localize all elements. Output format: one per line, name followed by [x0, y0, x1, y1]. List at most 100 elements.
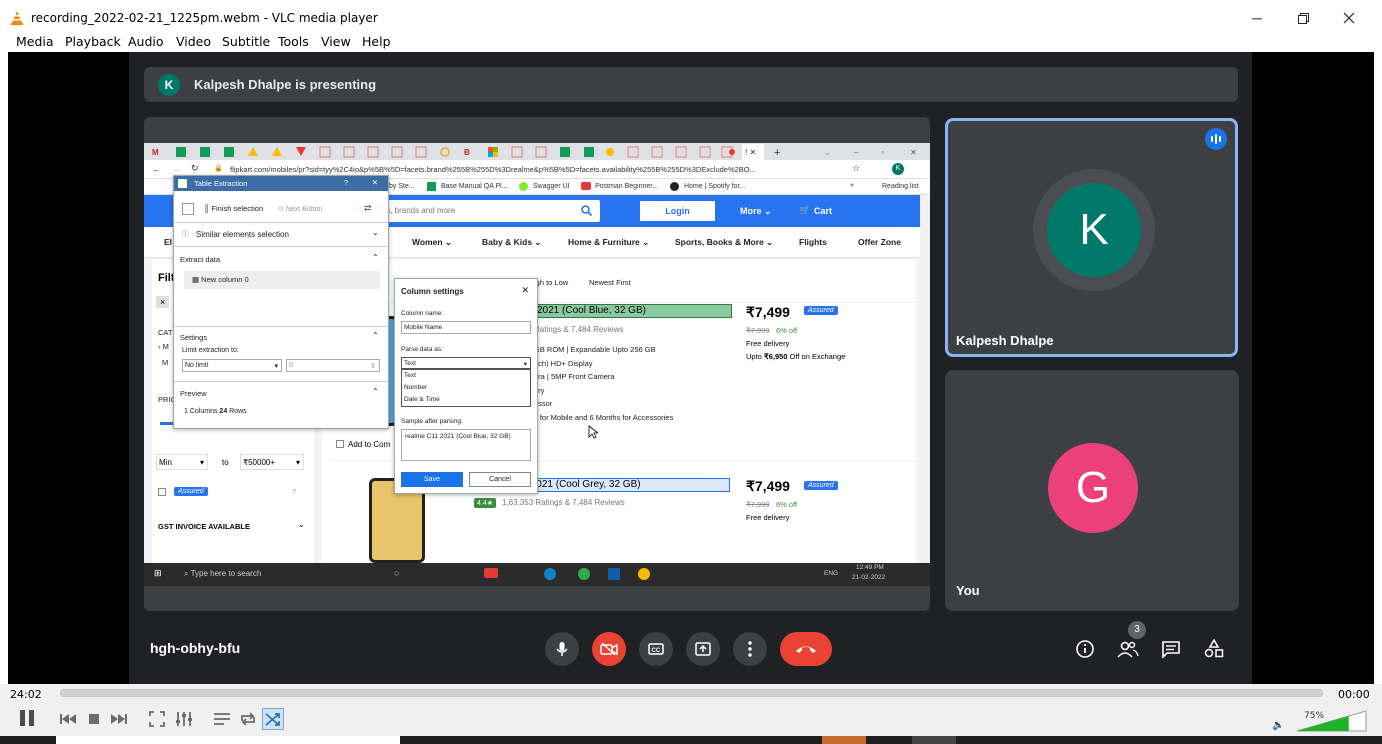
- next-button[interactable]: [108, 708, 130, 730]
- limit-number-input[interactable]: 0 ⇕: [286, 359, 380, 372]
- search-icon[interactable]: [581, 205, 592, 216]
- menu-help[interactable]: Help: [362, 34, 391, 49]
- sort-option[interactable]: igh to Low: [534, 278, 568, 287]
- finish-selection-button[interactable]: ║ Finish selection: [204, 204, 263, 213]
- compare-checkbox[interactable]: [336, 440, 344, 448]
- flipkart-search-input[interactable]: ts, brands and more: [372, 200, 600, 222]
- back-icon[interactable]: ←: [152, 164, 161, 174]
- taskbar-app-icon[interactable]: [638, 568, 650, 580]
- clear-filter[interactable]: ×: [156, 296, 170, 308]
- profile-avatar[interactable]: K: [892, 163, 904, 175]
- bookmark-item[interactable]: Home | Spotify for...: [684, 183, 745, 190]
- participant-tile-self[interactable]: G You: [945, 370, 1239, 611]
- category-item[interactable]: Flights: [799, 237, 827, 247]
- chevron-up-icon[interactable]: ⌃: [372, 387, 379, 396]
- participants-button[interactable]: 3: [1116, 621, 1146, 661]
- column-item[interactable]: ▦ New column 0: [184, 271, 380, 289]
- speaker-icon[interactable]: 🔈: [1272, 720, 1284, 731]
- menu-view[interactable]: View: [321, 34, 351, 49]
- microphone-button[interactable]: [545, 632, 579, 666]
- menu-video[interactable]: Video: [176, 34, 211, 49]
- more-options-button[interactable]: [733, 632, 767, 666]
- restore-button[interactable]: [1288, 6, 1318, 30]
- previous-button[interactable]: [57, 708, 79, 730]
- save-button[interactable]: Save: [401, 472, 463, 487]
- reload-icon[interactable]: ↻: [191, 163, 199, 174]
- help-button[interactable]: ?: [344, 178, 348, 187]
- close-icon[interactable]: ✕: [372, 178, 378, 187]
- assured-help-icon[interactable]: ?: [292, 489, 296, 496]
- compare-label[interactable]: Add to Com: [348, 440, 390, 449]
- taskbar-search[interactable]: ⌕ Type here to search: [184, 569, 261, 579]
- extended-settings-button[interactable]: [173, 708, 195, 730]
- assured-checkbox[interactable]: [158, 488, 166, 496]
- taskbar-app-icon[interactable]: [484, 568, 498, 578]
- bookmark-item[interactable]: Swagger UI: [533, 183, 570, 190]
- select-icon[interactable]: [182, 203, 194, 215]
- parse-select[interactable]: Text ▾: [401, 357, 531, 369]
- reading-list[interactable]: Reading list: [882, 183, 919, 190]
- category-mobiles[interactable]: M: [162, 358, 168, 367]
- login-button[interactable]: Login: [640, 201, 715, 221]
- sort-option[interactable]: Newest First: [589, 278, 631, 287]
- url-text[interactable]: flipkart.com/mobiles/pr?sid=tyy%2C4io&p%…: [230, 165, 820, 174]
- taskbar-app-icon[interactable]: [578, 568, 590, 580]
- category-item[interactable]: Sports, Books & More ⌄: [675, 237, 773, 248]
- category-item[interactable]: Women ⌄: [412, 237, 452, 248]
- price-max-select[interactable]: ₹50000+ ▾: [240, 454, 304, 470]
- activities-button[interactable]: [1202, 637, 1226, 661]
- captions-button[interactable]: CC: [639, 632, 673, 666]
- menu-audio[interactable]: Audio: [128, 34, 164, 49]
- cancel-button[interactable]: Cancel: [469, 472, 531, 487]
- gst-filter[interactable]: GST INVOICE AVAILABLE: [158, 522, 250, 531]
- menu-media[interactable]: Media: [16, 34, 54, 49]
- menu-subtitle[interactable]: Subtitle: [222, 34, 270, 49]
- refresh-icon[interactable]: ⇄: [364, 203, 372, 214]
- price-min-select[interactable]: Min ▾: [156, 454, 208, 470]
- close-button[interactable]: [1334, 6, 1364, 30]
- menu-tools[interactable]: Tools: [278, 34, 309, 49]
- close-icon[interactable]: ✕: [521, 285, 529, 296]
- fullscreen-button[interactable]: [146, 708, 168, 730]
- chevron-up-icon[interactable]: ⌃: [372, 331, 379, 340]
- menu-playback[interactable]: Playback: [65, 34, 121, 49]
- column-name-input[interactable]: Mobile Name: [401, 321, 531, 334]
- taskbar-app-icon[interactable]: [544, 568, 556, 580]
- camera-off-button[interactable]: [592, 632, 626, 666]
- playlist-button[interactable]: [211, 708, 233, 730]
- parse-option[interactable]: Text: [402, 370, 530, 382]
- shuffle-button[interactable]: [262, 708, 284, 730]
- bookmark-item[interactable]: Base Manual QA Pl...: [441, 183, 508, 190]
- browser-scrollbar[interactable]: [920, 195, 930, 563]
- windows-start-icon[interactable]: ⊞: [154, 568, 162, 579]
- more-menu[interactable]: More ⌄: [740, 206, 772, 217]
- cart-link[interactable]: Cart: [814, 206, 832, 216]
- category-back[interactable]: ‹ M: [158, 342, 169, 351]
- bookmark-overflow[interactable]: »: [850, 182, 854, 189]
- category-item[interactable]: Baby & Kids ⌄: [482, 237, 542, 248]
- pause-button[interactable]: [13, 704, 41, 732]
- seek-bar[interactable]: [60, 689, 1323, 697]
- category-item[interactable]: Offer Zone: [858, 237, 901, 247]
- parse-option[interactable]: Number: [402, 382, 530, 394]
- bookmark-item[interactable]: Postman Beginner...: [595, 183, 658, 190]
- loop-button[interactable]: [237, 708, 259, 730]
- volume-slider[interactable]: [1296, 710, 1368, 732]
- chevron-up-icon[interactable]: ⌃: [372, 253, 379, 262]
- chevron-down-icon[interactable]: ⌄: [298, 520, 305, 529]
- participant-tile-presenter[interactable]: K Kalpesh Dhalpe: [945, 118, 1238, 357]
- chevron-down-icon[interactable]: ⌄: [372, 228, 379, 237]
- meeting-info-button[interactable]: [1073, 637, 1097, 661]
- category-item[interactable]: El: [164, 237, 172, 247]
- bookmark-item[interactable]: by Ste...: [389, 183, 415, 190]
- product-title-highlighted[interactable]: 2021 (Cool Blue, 32 GB): [534, 304, 732, 318]
- video-area[interactable]: K Kalpesh Dhalpe is presenting M B ! ✕ +…: [8, 52, 1374, 684]
- stop-button[interactable]: [83, 708, 105, 730]
- parse-option[interactable]: Date & Time: [402, 394, 530, 406]
- limit-select[interactable]: No limit ▾: [182, 359, 282, 372]
- taskbar-app-icon[interactable]: [608, 568, 620, 580]
- chat-button[interactable]: [1159, 637, 1183, 661]
- star-icon[interactable]: ☆: [852, 163, 860, 174]
- end-call-button[interactable]: [780, 632, 832, 666]
- cortana-icon[interactable]: ○: [394, 568, 399, 578]
